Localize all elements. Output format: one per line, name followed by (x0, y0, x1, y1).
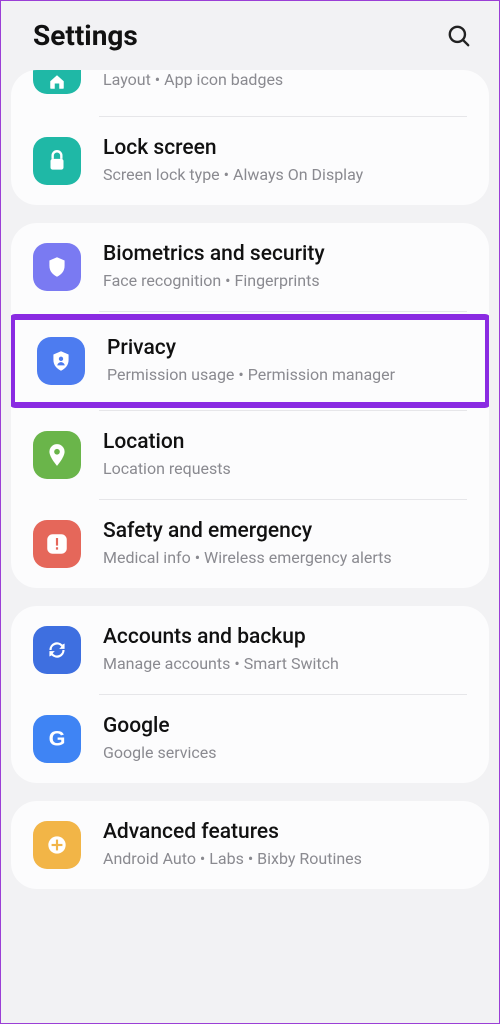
item-text: Accounts and backup Manage accounts • Sma… (103, 625, 339, 675)
settings-header: Settings (1, 1, 499, 70)
search-button[interactable] (445, 22, 473, 50)
item-title: Safety and emergency (103, 519, 392, 544)
plus-icon (33, 821, 81, 869)
item-subtitle: Manage accounts • Smart Switch (103, 654, 339, 675)
item-subtitle: Screen lock type • Always On Display (103, 165, 363, 186)
item-title: Advanced features (103, 820, 362, 845)
item-text: Lock screen Screen lock type • Always On … (103, 136, 363, 186)
item-subtitle: Face recognition • Fingerprints (103, 271, 325, 292)
item-title: Lock screen (103, 136, 363, 161)
shield-icon (33, 243, 81, 291)
divider (99, 311, 467, 312)
item-subtitle: Layout • App icon badges (103, 70, 283, 91)
item-subtitle: Location requests (103, 459, 231, 480)
settings-item-location[interactable]: Location Location requests (11, 411, 489, 499)
settings-item-home-screen[interactable]: Layout • App icon badges (11, 70, 489, 116)
settings-list: Layout • App icon badges Lock screen Scree… (1, 70, 499, 889)
item-text: Biometrics and security Face recognition … (103, 242, 325, 292)
item-text: Advanced features Android Auto • Labs • B… (103, 820, 362, 870)
settings-item-safety[interactable]: Safety and emergency Medical info • Wirel… (11, 500, 489, 588)
item-title: Biometrics and security (103, 242, 325, 267)
item-title: Location (103, 430, 231, 455)
settings-group: Layout • App icon badges Lock screen Scree… (11, 70, 489, 205)
settings-item-biometrics[interactable]: Biometrics and security Face recognition … (11, 223, 489, 311)
settings-item-accounts[interactable]: Accounts and backup Manage accounts • Sma… (11, 606, 489, 694)
item-title: Accounts and backup (103, 625, 339, 650)
google-icon: G (33, 715, 81, 763)
item-subtitle: Permission usage • Permission manager (107, 365, 395, 386)
settings-item-advanced[interactable]: Advanced features Android Auto • Labs • B… (11, 801, 489, 889)
search-icon (446, 23, 472, 49)
home-icon (33, 70, 81, 94)
item-subtitle: Google services (103, 743, 217, 764)
item-subtitle: Medical info • Wireless emergency alerts (103, 548, 392, 569)
privacy-icon (37, 337, 85, 385)
settings-item-google[interactable]: G Google Google services (11, 695, 489, 783)
item-text: Location Location requests (103, 430, 231, 480)
pin-icon (33, 431, 81, 479)
item-text: Privacy Permission usage • Permission man… (107, 336, 395, 386)
settings-item-privacy[interactable]: Privacy Permission usage • Permission man… (11, 314, 489, 408)
item-title: Google (103, 714, 217, 739)
warn-icon (33, 520, 81, 568)
item-text: Safety and emergency Medical info • Wirel… (103, 519, 392, 569)
settings-group: Accounts and backup Manage accounts • Sma… (11, 606, 489, 783)
page-title: Settings (33, 19, 138, 52)
svg-text:G: G (49, 726, 66, 751)
item-text: Google Google services (103, 714, 217, 764)
settings-group: Biometrics and security Face recognition … (11, 223, 489, 588)
item-title: Privacy (107, 336, 395, 361)
item-text: Layout • App icon badges (103, 70, 283, 91)
lock-icon (33, 137, 81, 185)
item-subtitle: Android Auto • Labs • Bixby Routines (103, 849, 362, 870)
settings-item-lock-screen[interactable]: Lock screen Screen lock type • Always On … (11, 117, 489, 205)
sync-icon (33, 626, 81, 674)
settings-group: Advanced features Android Auto • Labs • B… (11, 801, 489, 889)
